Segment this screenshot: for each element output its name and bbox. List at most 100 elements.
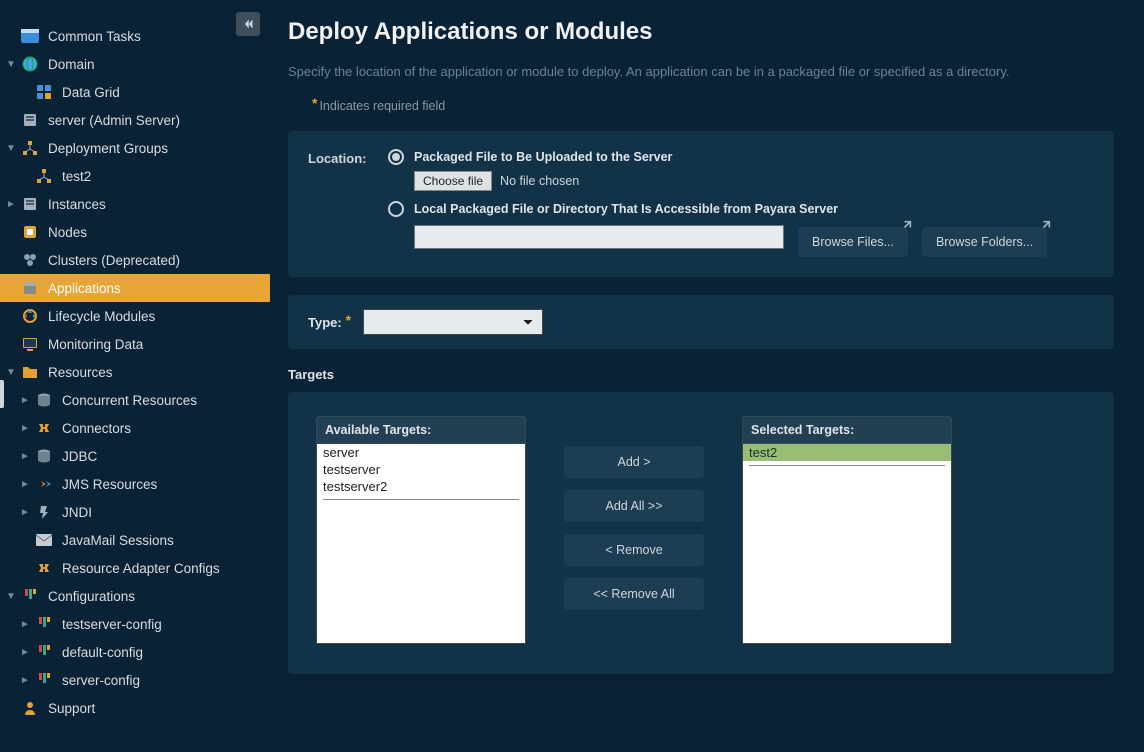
sidebar-collapse-button[interactable] [236, 12, 260, 36]
connector-icon [34, 418, 54, 438]
list-separator [323, 499, 519, 500]
local-path-input[interactable] [414, 225, 784, 249]
folder-icon [20, 362, 40, 382]
expand-arrow-icon: ► [18, 395, 32, 406]
nav-item-jdbc[interactable]: ► JDBC [0, 442, 270, 470]
cluster-icon [20, 250, 40, 270]
nav-item-applications[interactable]: ►Applications [0, 274, 270, 302]
deploy-icon [20, 138, 40, 158]
node-icon [20, 222, 40, 242]
list-separator [749, 465, 945, 466]
targets-heading: Targets [288, 367, 1114, 382]
expand-arrow-icon: ► [18, 451, 32, 462]
nav-item-server-admin-server-[interactable]: ►server (Admin Server) [0, 106, 270, 134]
nav-item-test2[interactable]: ►test2 [0, 162, 270, 190]
config-icon [34, 614, 54, 634]
db-icon [34, 446, 54, 466]
sidebar-resize-handle[interactable] [0, 380, 4, 408]
available-targets-column: Available Targets: servertestservertests… [316, 416, 526, 644]
nav-item-configurations[interactable]: ▼Configurations [0, 582, 270, 610]
browse-files-button[interactable]: Browse Files... [798, 227, 908, 257]
nav-item-label: server-config [62, 673, 140, 688]
expand-arrow-icon: ▼ [4, 591, 18, 602]
nav-item-jms-resources[interactable]: ► JMS Resources [0, 470, 270, 498]
grid-icon [34, 82, 54, 102]
nav-item-label: JNDI [62, 505, 92, 520]
available-targets-list[interactable]: servertestservertestserver2 [316, 444, 526, 644]
nav-item-javamail-sessions[interactable]: ►JavaMail Sessions [0, 526, 270, 554]
add-button[interactable]: Add > [564, 446, 704, 478]
nav-item-label: JMS Resources [62, 477, 157, 492]
nav-item-monitoring-data[interactable]: ►Monitoring Data [0, 330, 270, 358]
nav-item-concurrent-resources[interactable]: ► Concurrent Resources [0, 386, 270, 414]
nav-item-label: Resource Adapter Configs [62, 561, 220, 576]
list-item[interactable]: server [317, 444, 525, 461]
page-description: Specify the location of the application … [288, 64, 1114, 79]
nav-item-connectors[interactable]: ►Connectors [0, 414, 270, 442]
nav-item-server-config[interactable]: ►server-config [0, 666, 270, 694]
radio-local-file[interactable] [388, 201, 404, 217]
nav-item-support[interactable]: ►Support [0, 694, 270, 722]
browse-folders-button[interactable]: Browse Folders... [922, 227, 1047, 257]
nav-item-instances[interactable]: ► Instances [0, 190, 270, 218]
selected-targets-header: Selected Targets: [742, 416, 952, 444]
expand-arrow-icon: ► [18, 479, 32, 490]
nav-item-label: Common Tasks [48, 29, 141, 44]
nav-item-label: JDBC [62, 449, 97, 464]
expand-arrow-icon: ▼ [4, 59, 18, 70]
page-title: Deploy Applications or Modules [288, 18, 1114, 46]
nav-item-deployment-groups[interactable]: ▼Deployment Groups [0, 134, 270, 162]
radio-packaged-upload[interactable] [388, 149, 404, 165]
config-icon [34, 670, 54, 690]
nav-item-domain[interactable]: ▼ Domain [0, 50, 270, 78]
required-note: *Indicates required field [312, 97, 1114, 113]
nav-item-label: Data Grid [62, 85, 120, 100]
expand-arrow-icon: ▼ [4, 143, 18, 154]
nav-item-label: Concurrent Resources [62, 393, 197, 408]
expand-arrow-icon: ► [4, 199, 18, 210]
nav-item-default-config[interactable]: ► default-config [0, 638, 270, 666]
db-icon [34, 390, 54, 410]
expand-arrow-icon: ► [18, 647, 32, 658]
nav-item-data-grid[interactable]: ►Data Grid [0, 78, 270, 106]
nav-item-label: Nodes [48, 225, 87, 240]
available-targets-header: Available Targets: [316, 416, 526, 444]
type-select[interactable] [363, 309, 543, 335]
server-icon [20, 110, 40, 130]
nav-item-label: Monitoring Data [48, 337, 143, 352]
location-label: Location: [308, 149, 388, 166]
expand-arrow-icon: ▼ [4, 367, 18, 378]
nav-item-resources[interactable]: ▼ Resources [0, 358, 270, 386]
type-panel: Type: * [288, 295, 1114, 349]
nav-item-jndi[interactable]: ►JNDI [0, 498, 270, 526]
nav-item-testserver-config[interactable]: ►testserver-config [0, 610, 270, 638]
app-icon [20, 278, 40, 298]
list-item[interactable]: testserver2 [317, 478, 525, 495]
nav-item-label: Instances [48, 197, 106, 212]
location-panel: Location: Packaged File to Be Uploaded t… [288, 131, 1114, 277]
main-content: Deploy Applications or Modules Specify t… [270, 0, 1144, 752]
nav-item-label: JavaMail Sessions [62, 533, 174, 548]
add-all-button[interactable]: Add All >> [564, 490, 704, 522]
choose-file-button[interactable]: Choose file [414, 171, 492, 191]
list-item[interactable]: test2 [743, 444, 951, 461]
nav-item-common-tasks[interactable]: ►Common Tasks [0, 22, 270, 50]
mail-icon [34, 530, 54, 550]
nav-item-lifecycle-modules[interactable]: ►Lifecycle Modules [0, 302, 270, 330]
nav-item-nodes[interactable]: ►Nodes [0, 218, 270, 246]
nav-item-label: Domain [48, 57, 95, 72]
type-label: Type: * [308, 314, 353, 330]
nav-item-resource-adapter-configs[interactable]: ►Resource Adapter Configs [0, 554, 270, 582]
monitor-icon [20, 334, 40, 354]
no-file-chosen-text: No file chosen [500, 174, 579, 188]
remove-button[interactable]: < Remove [564, 534, 704, 566]
selected-targets-column: Selected Targets: test2 [742, 416, 952, 644]
window-icon [20, 26, 40, 46]
selected-targets-list[interactable]: test2 [742, 444, 952, 644]
nav-item-label: Clusters (Deprecated) [48, 253, 180, 268]
remove-all-button[interactable]: << Remove All [564, 578, 704, 610]
nav-item-label: Resources [48, 365, 113, 380]
nav-item-label: default-config [62, 645, 143, 660]
nav-item-clusters-deprecated-[interactable]: ►Clusters (Deprecated) [0, 246, 270, 274]
list-item[interactable]: testserver [317, 461, 525, 478]
